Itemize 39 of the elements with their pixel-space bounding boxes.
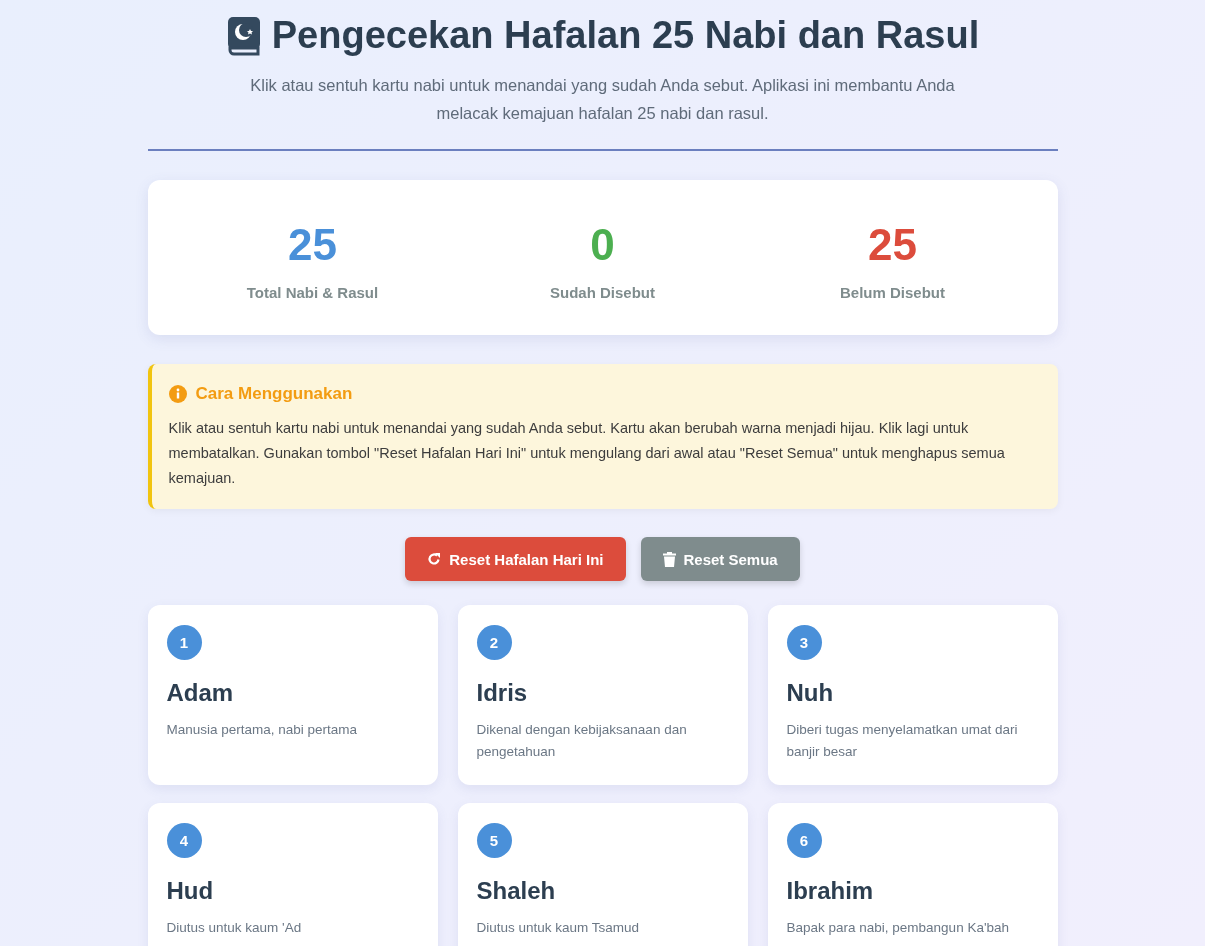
prophet-description: Dikenal dengan kebijaksanaan dan pengetahuan <box>476 721 688 761</box>
prophet-description: Bapak para nabi, pembangun Ka'bah <box>786 919 1010 937</box>
prophet-name: Shaleh <box>476 877 557 905</box>
prophet-name: Adam <box>166 679 235 707</box>
prophet-description: Diutus untuk kaum 'Ad <box>166 919 303 937</box>
page-subtitle: Klik atau sentuh kartu nabi untuk menandai yang sudah Anda sebut. Aplikasi ini membantu Anda melacak kemajuan hafalan 25 nabi dan rasul. <box>249 75 956 124</box>
number-badge: 5 <box>476 823 512 858</box>
prophet-name: Hud <box>166 877 215 905</box>
prophet-description: Diutus untuk kaum Tsamud <box>476 919 641 937</box>
stat-label: Total Nabi & Rasul <box>246 284 379 301</box>
info-text: Klik atau sentuh kartu nabi untuk menandai yang sudah Anda sebut. Kartu akan berubah warna menjadi hijau. Klik lagi untuk membatalkan. Gunakan tombol "Reset Hafalan Hari Ini" untuk mengulang dari awal atau "Reset Semua" untuk menghapus semua kemajuan. <box>168 419 1006 488</box>
number-badge: 1 <box>166 625 202 660</box>
stat-value: 0 <box>590 220 615 270</box>
info-title: Cara Menggunakan <box>195 384 353 404</box>
prophet-name: Ibrahim <box>786 877 875 905</box>
prophet-name: Idris <box>476 679 529 707</box>
stat-value: 25 <box>868 220 917 270</box>
prophet-card[interactable]: 3 Nuh Diberi tugas menyelamatkan umat dari banjir besar <box>767 605 1058 785</box>
reset-today-button[interactable]: Reset Hafalan Hari Ini <box>405 537 626 581</box>
number-badge: 4 <box>166 823 202 858</box>
stat-label: Belum Disebut <box>840 284 945 301</box>
number-badge: 3 <box>786 625 822 660</box>
prophet-card[interactable]: 5 Shaleh Diutus untuk kaum Tsamud <box>457 803 748 946</box>
page-title: Pengecekan Hafalan 25 Nabi dan Rasul <box>271 14 980 57</box>
prophet-card[interactable]: 1 Adam Manusia pertama, nabi pertama <box>147 605 438 785</box>
info-icon <box>168 385 187 403</box>
number-badge: 2 <box>476 625 512 660</box>
number-badge: 6 <box>786 823 822 858</box>
prophet-description: Diberi tugas menyelamatkan umat dari banjir besar <box>786 721 1019 761</box>
trash-icon <box>662 551 676 567</box>
quran-book-icon <box>225 15 262 56</box>
stat-label: Sudah Disebut <box>550 284 655 301</box>
refresh-icon <box>427 552 442 566</box>
stat-value: 25 <box>288 220 337 270</box>
prophet-card[interactable]: 2 Idris Dikenal dengan kebijaksanaan dan pengetahuan <box>457 605 748 785</box>
prophet-card[interactable]: 6 Ibrahim Bapak para nabi, pembangun Ka'bah <box>767 803 1058 946</box>
prophet-name: Nuh <box>786 679 835 707</box>
prophet-description: Manusia pertama, nabi pertama <box>166 721 359 739</box>
prophet-card[interactable]: 4 Hud Diutus untuk kaum 'Ad <box>147 803 438 946</box>
